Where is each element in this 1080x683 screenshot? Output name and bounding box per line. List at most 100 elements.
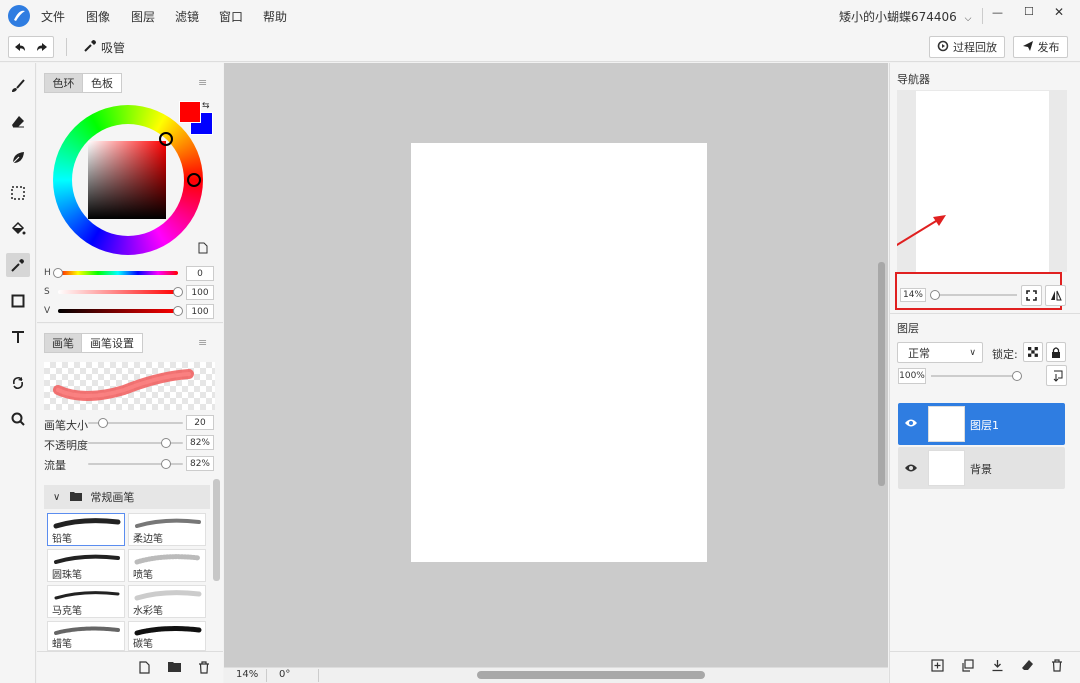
- brush-tool-icon[interactable]: [6, 74, 30, 98]
- publish-button[interactable]: 发布: [1013, 36, 1068, 58]
- brush-item-crayon[interactable]: 蜡笔: [47, 621, 125, 651]
- scrollbar[interactable]: [213, 479, 220, 581]
- brush-item-marker[interactable]: 马克笔: [47, 585, 125, 618]
- hue-value[interactable]: 0: [186, 266, 214, 281]
- value-slider[interactable]: [58, 309, 178, 313]
- panel-menu-icon[interactable]: ≡: [198, 76, 207, 89]
- undo-icon[interactable]: [9, 37, 31, 57]
- eye-icon[interactable]: [905, 462, 917, 476]
- text-tool-icon[interactable]: [6, 325, 30, 349]
- layer-opacity-slider[interactable]: [931, 375, 1017, 377]
- saturation-slider[interactable]: [58, 290, 178, 294]
- hue-picker-handle[interactable]: [187, 173, 201, 187]
- minimize-button[interactable]: —: [992, 6, 1003, 19]
- merge-down-icon[interactable]: [991, 659, 1004, 675]
- close-button[interactable]: ✕: [1054, 5, 1064, 19]
- smudge-tool-icon[interactable]: [6, 146, 30, 170]
- saturation-value-square[interactable]: [88, 141, 166, 219]
- brush-item-label: 马克笔: [52, 606, 82, 617]
- send-icon: [1022, 40, 1034, 55]
- chevron-down-icon: ⌵: [964, 14, 972, 24]
- clipping-mask-icon[interactable]: [1046, 365, 1067, 386]
- primary-color-swatch[interactable]: [179, 101, 201, 123]
- selection-tool-icon[interactable]: [6, 181, 30, 205]
- layer-opacity-value[interactable]: 100%: [898, 368, 926, 384]
- fit-screen-icon[interactable]: [1021, 285, 1042, 306]
- add-layer-icon[interactable]: [931, 659, 944, 675]
- menu-layer[interactable]: 图层: [131, 8, 155, 25]
- brush-item-watercolor[interactable]: 水彩笔: [128, 585, 206, 618]
- brush-size-knob[interactable]: [98, 418, 109, 428]
- duplicate-layer-icon[interactable]: [961, 659, 974, 675]
- sv-picker-handle[interactable]: [159, 132, 173, 146]
- rectangle-tool-icon[interactable]: [6, 289, 30, 313]
- tab-brush-settings[interactable]: 画笔设置: [82, 333, 143, 353]
- value-value[interactable]: 100: [186, 304, 214, 319]
- saturation-value[interactable]: 100: [186, 285, 214, 300]
- saturation-slider-knob[interactable]: [173, 287, 183, 297]
- brush-item-label: 喷笔: [133, 570, 153, 581]
- hue-slider-knob[interactable]: [53, 268, 63, 278]
- user-menu[interactable]: 矮小的小蝴蝶674406 ⌵: [839, 8, 971, 25]
- horizontal-scrollbar[interactable]: [477, 671, 705, 679]
- flip-horizontal-icon[interactable]: [1045, 285, 1066, 306]
- delete-layer-icon[interactable]: [1051, 659, 1063, 675]
- flow-value[interactable]: 82%: [186, 456, 214, 471]
- brush-item-charcoal[interactable]: 碳笔: [128, 621, 206, 651]
- brush-group-name: 常规画笔: [90, 491, 135, 504]
- navigator-zoom-value[interactable]: 14%: [900, 288, 926, 302]
- layer-item-background[interactable]: 背景: [898, 447, 1065, 489]
- opacity-value[interactable]: 82%: [186, 435, 214, 450]
- divider: [66, 38, 67, 56]
- brush-group-header[interactable]: ∨ 常规画笔: [44, 485, 210, 509]
- vertical-scrollbar[interactable]: [878, 262, 885, 486]
- layer-opacity-knob[interactable]: [1012, 371, 1022, 381]
- new-folder-icon[interactable]: [168, 661, 181, 675]
- zoom-tool-icon[interactable]: [6, 407, 30, 431]
- brush-item-ballpoint[interactable]: 圆珠笔: [47, 549, 125, 582]
- menu-help[interactable]: 帮助: [263, 8, 287, 25]
- navigator-preview[interactable]: [897, 90, 1067, 272]
- replay-label: 过程回放: [953, 41, 997, 54]
- fill-tool-icon[interactable]: [6, 217, 30, 241]
- replay-button[interactable]: 过程回放: [929, 36, 1005, 58]
- tab-brush[interactable]: 画笔: [44, 333, 82, 353]
- navigator-zoom-slider[interactable]: [931, 294, 1017, 296]
- divider: [889, 651, 1080, 652]
- brush-item-pencil[interactable]: 铅笔: [47, 513, 125, 546]
- status-rotation: 0°: [279, 669, 291, 680]
- lock-transparency-icon[interactable]: [1023, 342, 1043, 362]
- menu-image[interactable]: 图像: [86, 8, 110, 25]
- eyedropper-tool-icon[interactable]: [6, 253, 30, 277]
- hue-slider[interactable]: [58, 271, 178, 275]
- flow-knob[interactable]: [160, 459, 171, 469]
- brush-item-soft[interactable]: 柔边笔: [128, 513, 206, 546]
- eraser-tool-icon[interactable]: [6, 110, 30, 134]
- value-slider-knob[interactable]: [173, 306, 183, 316]
- divider: [266, 669, 267, 682]
- new-brush-icon[interactable]: [139, 661, 150, 677]
- swap-colors-icon[interactable]: ⇆: [202, 101, 210, 111]
- menu-filter[interactable]: 滤镜: [175, 8, 199, 25]
- layer-item-1[interactable]: 图层1: [898, 403, 1065, 445]
- menu-file[interactable]: 文件: [41, 8, 65, 25]
- document-icon[interactable]: [198, 242, 208, 257]
- lock-icon[interactable]: [1046, 342, 1066, 362]
- brush-size-value[interactable]: 20: [186, 415, 214, 430]
- tab-color-wheel[interactable]: 色环: [44, 73, 83, 93]
- menu-window[interactable]: 窗口: [219, 8, 243, 25]
- maximize-button[interactable]: ☐: [1024, 5, 1034, 18]
- panel-menu-icon[interactable]: ≡: [198, 336, 207, 349]
- clear-layer-icon[interactable]: [1021, 659, 1034, 675]
- divider: [318, 669, 319, 682]
- brush-item-airbrush[interactable]: 喷笔: [128, 549, 206, 582]
- redo-icon[interactable]: [31, 37, 53, 57]
- drawing-canvas[interactable]: [411, 143, 707, 562]
- opacity-knob[interactable]: [160, 438, 171, 448]
- tab-swatches[interactable]: 色板: [83, 73, 122, 93]
- username: 矮小的小蝴蝶674406: [839, 10, 957, 24]
- transform-tool-icon[interactable]: [6, 371, 30, 395]
- eye-icon[interactable]: [905, 417, 917, 431]
- delete-brush-icon[interactable]: [198, 661, 210, 677]
- blend-mode-select[interactable]: 正常 ∨: [897, 342, 983, 363]
